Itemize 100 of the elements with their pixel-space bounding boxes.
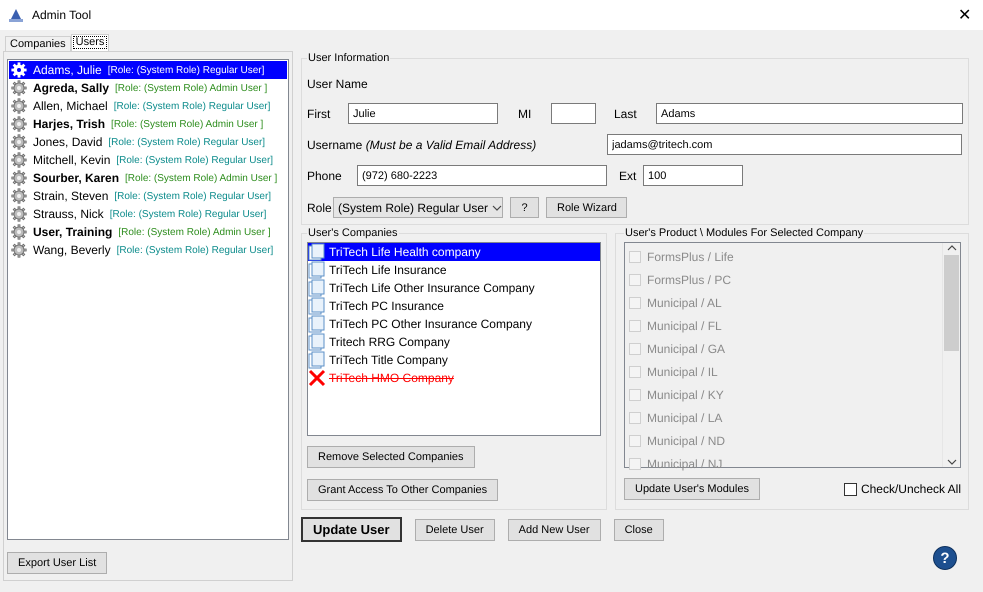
module-label: Municipal / FL xyxy=(647,318,722,332)
grant-access-button[interactable]: Grant Access To Other Companies xyxy=(307,479,498,501)
module-label: Municipal / IL xyxy=(647,364,718,378)
user-name: Strain, Steven xyxy=(33,189,108,203)
module-label: Municipal / ND xyxy=(647,434,726,448)
company-name: Tritech RRG Company xyxy=(329,335,450,349)
user-list-item[interactable]: Sourber, Karen [Role: (System Role) Admin User ] xyxy=(9,169,287,187)
group-title: User Information xyxy=(307,52,390,64)
user-name: Wang, Beverly xyxy=(33,243,111,257)
tab[interactable]: Companies xyxy=(5,36,71,51)
module-label: Municipal / NJ xyxy=(647,456,722,470)
export-button[interactable]: Export User List xyxy=(7,552,108,574)
user-role: [Role: (System Role) Regular User] xyxy=(114,190,272,202)
action-button[interactable]: Close xyxy=(614,518,664,540)
user-list-item[interactable]: Adams, Julie [Role: (System Role) Regular User] xyxy=(9,61,287,79)
user-role: [Role: (System Role) Regular User] xyxy=(116,154,274,166)
help-icon[interactable]: ? xyxy=(933,546,957,570)
gear-icon xyxy=(11,224,27,240)
tab[interactable]: Users xyxy=(70,34,110,51)
gear-icon xyxy=(11,116,27,132)
field-label: Last xyxy=(614,106,638,120)
field-label: MI xyxy=(518,106,532,120)
module-label: Municipal / KY xyxy=(647,388,724,402)
window-title: Admin Tool xyxy=(32,8,92,22)
user-role: [Role: (System Role) Admin User ] xyxy=(118,226,271,238)
field-label: Phone xyxy=(307,168,343,182)
user-role: [Role: (System Role) Regular User] xyxy=(108,136,266,148)
gear-icon xyxy=(11,152,27,168)
company-list-item[interactable]: TriTech PC Other Insurance Company xyxy=(308,315,600,333)
chevron-down-icon[interactable] xyxy=(492,202,502,212)
user-list-item[interactable]: User, Training [Role: (System Role) Admin User ] xyxy=(9,223,287,241)
role-help-button[interactable]: ? xyxy=(510,197,539,218)
gear-icon xyxy=(11,242,27,258)
gear-icon xyxy=(11,62,27,78)
user-role: [Role: (System Role) Regular User] xyxy=(116,244,274,256)
company-name: TriTech Title Company xyxy=(329,353,448,367)
company-list-item[interactable]: TriTech HMO Company xyxy=(308,369,600,387)
role-dropdown[interactable]: (System Role) Regular User xyxy=(333,197,503,218)
user-name: Sourber, Karen xyxy=(33,171,120,185)
update-modules-button[interactable]: Update User's Modules xyxy=(624,478,760,500)
last-name-field[interactable]: Adams xyxy=(656,103,963,124)
checkbox-label: Check/Uncheck All xyxy=(860,482,961,496)
user-role: [Role: (System Role) Admin User ] xyxy=(115,82,268,94)
username-field[interactable]: jadams@tritech.com xyxy=(607,134,962,155)
user-name: Jones, David xyxy=(33,135,102,149)
action-button[interactable]: Add New User xyxy=(508,518,601,540)
company-list-item[interactable]: TriTech Title Company xyxy=(308,351,600,369)
module-label: Municipal / GA xyxy=(647,342,726,356)
group-title: User's Companies xyxy=(307,227,399,239)
group-title: User's Product \ Modules For Selected Company xyxy=(624,227,864,239)
gear-icon xyxy=(11,134,27,150)
user-role: [Role: (System Role) Admin User ] xyxy=(111,118,264,130)
user-list-item[interactable]: Jones, David [Role: (System Role) Regular User] xyxy=(9,133,287,151)
close-button[interactable]: ✕ xyxy=(958,5,975,25)
company-list-item[interactable]: TriTech Life Other Insurance Company xyxy=(308,279,600,297)
user-name: Adams, Julie xyxy=(33,63,102,77)
company-list-item[interactable]: TriTech PC Insurance xyxy=(308,297,600,315)
module-label: Municipal / AL xyxy=(647,296,722,310)
user-role: [Role: (System Role) Regular User] xyxy=(108,64,264,76)
user-name: Agreda, Sally xyxy=(33,81,110,95)
company-list-item[interactable]: Tritech RRG Company xyxy=(308,333,600,351)
gear-icon xyxy=(11,188,27,204)
field-label: User Name xyxy=(307,77,368,91)
user-name: User, Training xyxy=(33,225,112,239)
middle-initial-field[interactable] xyxy=(551,103,596,124)
chevron-down-icon[interactable] xyxy=(946,457,956,467)
chevron-up-icon[interactable] xyxy=(946,243,956,253)
company-list-item[interactable]: TriTech Life Insurance xyxy=(308,261,600,279)
gear-icon xyxy=(11,80,27,96)
field-label: Role xyxy=(307,200,333,214)
phone-field[interactable]: (972) 680-2223 xyxy=(357,165,607,186)
first-name-field[interactable]: Julie xyxy=(348,103,498,124)
user-role: [Role: (System Role) Regular User] xyxy=(114,100,270,112)
user-list-item[interactable]: Allen, Michael [Role: (System Role) Regular User] xyxy=(9,97,287,115)
user-list-item[interactable]: Wang, Beverly [Role: (System Role) Regular User] xyxy=(9,241,287,259)
module-label: FormsPlus / Life xyxy=(647,250,734,264)
role-wizard-button[interactable]: Role Wizard xyxy=(546,197,627,218)
user-list-item[interactable]: Mitchell, Kevin [Role: (System Role) Regular User] xyxy=(9,151,287,169)
module-label: Municipal / LA xyxy=(647,410,722,424)
remove-companies-button[interactable]: Remove Selected Companies xyxy=(307,446,475,468)
user-name: Mitchell, Kevin xyxy=(33,153,110,167)
gear-icon xyxy=(11,98,27,114)
user-list-item[interactable]: Strauss, Nick [Role: (System Role) Regular User] xyxy=(9,205,287,223)
user-list-item[interactable]: Harjes, Trish [Role: (System Role) Admin User ] xyxy=(9,115,287,133)
action-button[interactable]: Delete User xyxy=(414,518,495,540)
action-button[interactable]: Update User xyxy=(301,517,402,542)
user-list-item[interactable]: Strain, Steven [Role: (System Role) Regular User] xyxy=(9,187,287,205)
gear-icon xyxy=(11,206,27,222)
company-name: TriTech Life Other Insurance Company xyxy=(329,281,535,295)
user-list-item[interactable]: Agreda, Sally [Role: (System Role) Admin User ] xyxy=(9,79,287,97)
company-name: TriTech PC Other Insurance Company xyxy=(329,317,532,331)
module-label: FormsPlus / PC xyxy=(647,272,732,286)
field-label: First xyxy=(307,106,332,120)
checkbox[interactable] xyxy=(844,482,857,496)
field-label: Ext xyxy=(619,168,638,182)
extension-field[interactable]: 100 xyxy=(643,165,743,186)
company-list-item[interactable]: TriTech Life Health company xyxy=(308,243,600,261)
scrollbar[interactable] xyxy=(942,243,960,467)
company-name: TriTech Life Insurance xyxy=(329,263,447,277)
company-name: TriTech PC Insurance xyxy=(329,299,444,313)
